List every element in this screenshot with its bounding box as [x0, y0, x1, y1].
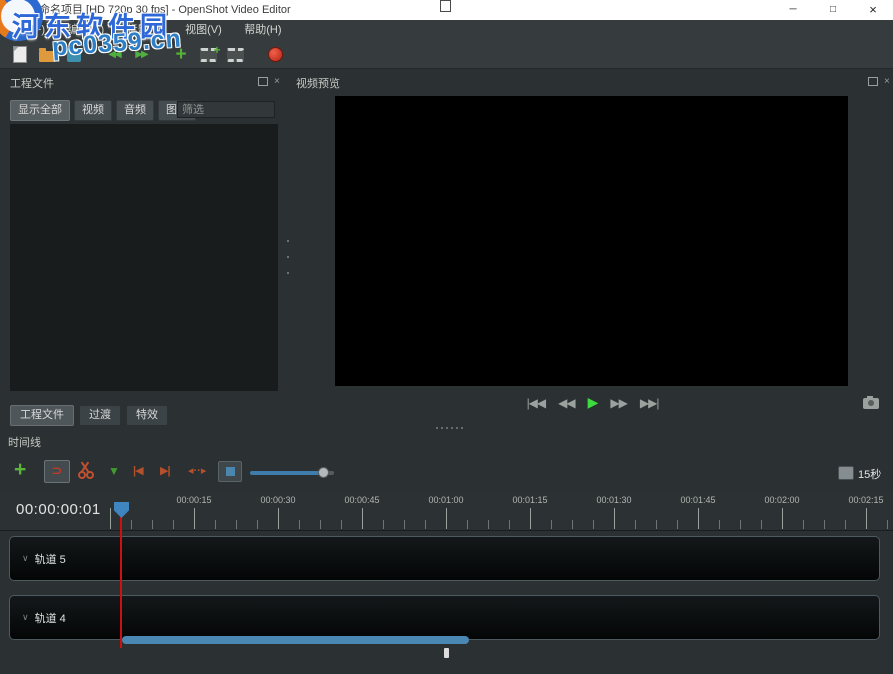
redo-button[interactable]: ▶▶: [129, 44, 153, 66]
window-title: 未命名项目 [HD 720p 30 fps] - OpenShot Video …: [28, 4, 291, 16]
fullscreen-button[interactable]: [223, 44, 247, 66]
main-toolbar: ◀◀ ▶▶ +: [0, 41, 893, 69]
ruler-label: 00:01:15: [512, 495, 548, 505]
titlebar: 未命名项目 [HD 720p 30 fps] - OpenShot Video …: [0, 0, 893, 21]
tab-project-files[interactable]: 工程文件: [10, 405, 74, 426]
ruler-label: 00:00:45: [344, 495, 380, 505]
timeline-track-4[interactable]: ∨ 轨道 4: [9, 595, 880, 640]
video-preview-dock-controls: ×: [868, 76, 890, 86]
ruler-major-ticks: [110, 508, 893, 529]
rewind-button[interactable]: ◀◀: [558, 396, 575, 410]
jump-start-button[interactable]: |◀◀: [527, 396, 547, 410]
next-marker-button[interactable]: ▶|: [160, 464, 171, 477]
bottom-splitter-handle[interactable]: [444, 648, 449, 658]
choose-profile-button[interactable]: [196, 43, 221, 66]
vertical-splitter[interactable]: [285, 240, 290, 274]
ruler-label: 00:00:15: [176, 495, 212, 505]
panel-float-icon[interactable]: [868, 77, 878, 86]
timeline-horizontal-scrollbar[interactable]: [122, 636, 469, 644]
undo-button[interactable]: ◀◀: [102, 44, 126, 66]
jump-end-button[interactable]: ▶▶|: [640, 396, 660, 410]
ruler-label: 00:01:45: [680, 495, 716, 505]
ruler-label: 00:02:00: [764, 495, 800, 505]
zoom-slider[interactable]: [250, 467, 334, 478]
menu-title[interactable]: 标题(T): [118, 20, 172, 41]
track-label: 轨道 5: [34, 553, 66, 566]
film-plus-icon: [199, 43, 221, 62]
project-files-dock-controls: ×: [258, 76, 280, 86]
import-files-button[interactable]: +: [169, 44, 193, 66]
new-project-button[interactable]: [8, 44, 32, 66]
redo-icon: ▶▶: [135, 49, 148, 60]
ruler-label: 00:01:00: [428, 495, 464, 505]
new-project-icon: [13, 46, 27, 63]
menu-edit[interactable]: 编辑(E): [59, 20, 114, 41]
timeline-track-5[interactable]: ∨ 轨道 5: [9, 536, 880, 581]
app-icon: [7, 3, 20, 16]
filter-tab-video[interactable]: 视频: [74, 100, 112, 121]
menu-file[interactable]: 文件(F): [0, 20, 54, 41]
filter-tab-all[interactable]: 显示全部: [10, 100, 70, 121]
panel-close-icon[interactable]: ×: [274, 76, 280, 86]
minimize-button[interactable]: ─: [773, 0, 813, 20]
timeline-ruler[interactable]: 00:00:00:01 00:00:15 00:00:30 00:00:45 0…: [0, 492, 893, 531]
zoom-slider-handle[interactable]: [318, 467, 329, 478]
menu-help[interactable]: 帮助(H): [235, 20, 290, 41]
add-track-button[interactable]: +: [14, 459, 26, 480]
open-project-button[interactable]: [35, 44, 59, 66]
track-collapse-icon[interactable]: ∨: [22, 612, 29, 623]
save-disk-icon: [67, 47, 81, 62]
file-filter-tabs: 显示全部 视频 音频 图像: [10, 100, 196, 121]
timeline-panel-title: 时间线: [8, 437, 41, 449]
panel-float-icon[interactable]: [258, 77, 268, 86]
undo-icon: ◀◀: [108, 49, 121, 60]
save-project-button[interactable]: [62, 44, 86, 66]
camera-icon[interactable]: [863, 396, 879, 409]
film-icon: [226, 47, 244, 62]
fast-forward-button[interactable]: ▶▶: [610, 396, 627, 410]
previous-marker-button[interactable]: |◀: [133, 464, 144, 477]
horizontal-splitter[interactable]: [433, 427, 465, 429]
zoom-slider-track[interactable]: [250, 471, 334, 475]
video-preview-panel-title: 视频预览: [296, 78, 340, 90]
openshot-window: 未命名项目 [HD 720p 30 fps] - OpenShot Video …: [0, 0, 893, 674]
track-label: 轨道 4: [34, 612, 66, 625]
ruler-label: 00:00:30: [260, 495, 296, 505]
current-time-display: 00:00:00:01: [16, 501, 101, 518]
video-preview: [335, 96, 848, 386]
snapping-toggle-button[interactable]: ⊃: [44, 460, 70, 483]
menu-view[interactable]: 视图(V): [176, 20, 231, 41]
filter-input[interactable]: [177, 101, 275, 118]
project-files-list[interactable]: [10, 124, 278, 391]
filter-tab-audio[interactable]: 音频: [116, 100, 154, 121]
panel-close-icon[interactable]: ×: [884, 76, 890, 86]
tab-transitions[interactable]: 过渡: [79, 405, 121, 426]
playhead-line: [120, 517, 122, 648]
artifact-box: [440, 0, 451, 12]
open-folder-icon: [39, 47, 55, 62]
razor-tool-button[interactable]: [76, 461, 94, 479]
ruler-label: 00:01:30: [596, 495, 632, 505]
maximize-button[interactable]: □: [813, 0, 853, 20]
transport-controls: |◀◀ ◀◀ ▶ ▶▶ ▶▶|: [292, 394, 893, 411]
window-controls: ─ □ ×: [773, 0, 893, 20]
timeline-view-button[interactable]: [218, 461, 242, 482]
ruler-label: 00:02:15: [848, 495, 884, 505]
menubar: 文件(F) 编辑(E) 标题(T) 视图(V) 帮助(H): [0, 20, 893, 41]
close-button[interactable]: ×: [853, 0, 893, 20]
track-collapse-icon[interactable]: ∨: [22, 553, 29, 564]
import-plus-icon: +: [175, 43, 187, 65]
export-video-button[interactable]: [263, 44, 287, 66]
view-square-icon: [225, 467, 235, 476]
play-button[interactable]: ▶: [588, 394, 599, 411]
left-bottom-tabs: 工程文件 过渡 特效: [10, 405, 168, 426]
record-circle-icon: [267, 47, 283, 62]
tab-effects[interactable]: 特效: [126, 405, 168, 426]
zoom-scale-icon[interactable]: [838, 466, 854, 480]
center-playhead-button[interactable]: ◂··▸: [188, 464, 206, 477]
project-files-panel-title: 工程文件: [10, 78, 54, 90]
add-marker-button[interactable]: ▼: [108, 464, 120, 478]
zoom-level-label: 15秒: [858, 469, 882, 481]
